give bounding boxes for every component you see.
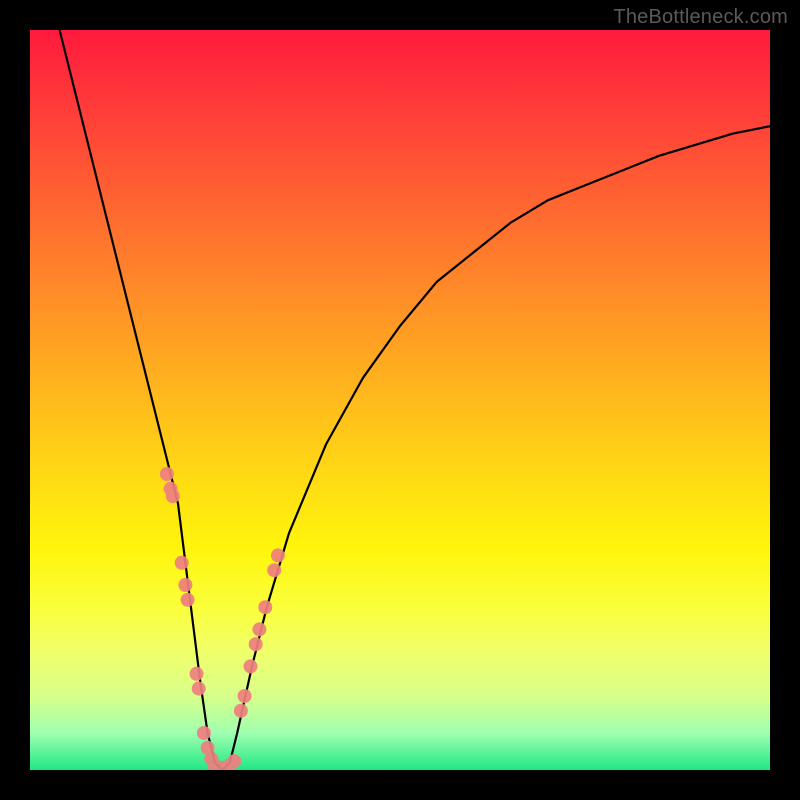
scatter-points (160, 467, 285, 770)
chart-svg (30, 30, 770, 770)
plot-area (30, 30, 770, 770)
bottleneck-curve (60, 30, 770, 770)
watermark-text: TheBottleneck.com (613, 6, 788, 29)
